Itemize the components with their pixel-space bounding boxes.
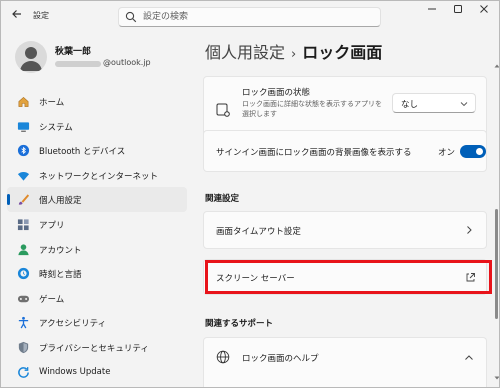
lock-screen-help-expander[interactable]: ロック画面のヘルプ (203, 337, 487, 387)
settings-window: 設定 秋葉一郎 @outlook.jp ホーム (0, 0, 500, 388)
sidebar-item-time-language[interactable]: 時刻と言語 (7, 261, 187, 286)
user-email: @outlook.jp (103, 58, 151, 67)
account-icon (18, 243, 29, 255)
search-input[interactable] (143, 10, 373, 24)
sidebar-item-label: ホーム (39, 98, 65, 108)
scroll-up-icon (494, 64, 499, 68)
breadcrumb-parent[interactable]: 個人用設定 (205, 43, 285, 62)
close-button[interactable] (473, 3, 495, 21)
sidebar-item-label: アプリ (39, 220, 65, 231)
sidebar-nav: ホーム システム Bluetooth とデバイス ネットワークとインターネット … (7, 89, 187, 384)
user-avatar-icon (20, 47, 42, 71)
lock-status-description: ロック画面に詳細な状態を表示するアプリを選択します (242, 100, 382, 118)
avatar (15, 41, 47, 73)
minimize-icon (428, 8, 436, 10)
sidebar-item-accessibility[interactable]: アクセシビリティ (7, 310, 187, 335)
sidebar-item-personalization[interactable]: 個人用設定 (7, 187, 187, 212)
globe-icon (216, 350, 230, 364)
main-scrollbar[interactable] (494, 49, 499, 380)
home-icon (18, 96, 29, 107)
email-redacted (55, 61, 101, 67)
toggle-state-label: オン (438, 148, 456, 158)
sidebar-item-label: ゲーム (39, 294, 65, 305)
sidebar-item-home[interactable]: ホーム (7, 89, 187, 114)
app-title: 設定 (33, 11, 49, 20)
signin-background-card: サインイン画面にロック画面の背景画像を表示する オン (203, 130, 487, 172)
sidebar-item-label: 時刻と言語 (39, 270, 82, 281)
highlight-annotation-box (205, 260, 492, 294)
back-arrow-icon (12, 10, 21, 18)
bluetooth-icon (17, 145, 30, 157)
sidebar-item-gaming[interactable]: ゲーム (7, 286, 187, 311)
sidebar-item-label: アカウント (39, 245, 82, 256)
dropdown-value: なし (401, 100, 419, 110)
accessibility-icon (18, 317, 29, 329)
related-settings-heading: 関連設定 (205, 194, 240, 204)
maximize-icon (454, 5, 462, 13)
system-icon (17, 121, 30, 132)
scroll-thumb[interactable] (495, 209, 498, 319)
signin-background-title: サインイン画面にロック画面の背景画像を表示する (216, 148, 412, 158)
chevron-up-icon (465, 355, 473, 360)
minimize-button[interactable] (421, 3, 443, 21)
network-icon (17, 171, 30, 181)
sidebar-item-system[interactable]: システム (7, 114, 187, 139)
chevron-down-icon (460, 102, 468, 107)
search-icon (125, 11, 137, 23)
sidebar-item-label: 個人用設定 (39, 196, 82, 207)
user-name: 秋葉一郎 (55, 47, 92, 57)
sidebar-item-label: アクセシビリティ (39, 319, 107, 330)
privacy-icon (18, 341, 29, 354)
lock-screen-help-label: ロック画面のヘルプ (242, 354, 319, 364)
lock-screen-status-card: ロック画面の状態 ロック画面に詳細な状態を表示するアプリを選択します なし (203, 76, 487, 138)
sidebar-item-network[interactable]: ネットワークとインターネット (7, 163, 187, 188)
maximize-button[interactable] (447, 3, 469, 21)
sidebar-item-bluetooth[interactable]: Bluetooth とデバイス (7, 138, 187, 163)
close-icon (480, 5, 488, 13)
breadcrumb: 個人用設定 › ロック画面 (205, 39, 382, 63)
back-button[interactable] (9, 8, 25, 24)
search-box[interactable] (118, 7, 381, 27)
breadcrumb-separator: › (291, 47, 297, 62)
related-support-heading: 関連するサポート (205, 319, 274, 329)
main-content: 個人用設定 › ロック画面 ロック画面の状態 ロック画面に詳細な状態を表示するアプリ… (193, 31, 499, 387)
lock-status-icon (216, 103, 230, 117)
sidebar-item-label: Bluetooth とデバイス (39, 147, 126, 158)
sidebar-item-apps[interactable]: アプリ (7, 212, 187, 237)
gaming-icon (17, 295, 30, 302)
sidebar-item-label: ネットワークとインターネット (39, 171, 159, 182)
screen-timeout-label: 画面タイムアウト設定 (216, 227, 301, 237)
sidebar-item-windows-update[interactable]: Windows Update (7, 360, 187, 385)
lock-status-title: ロック画面の状態 (242, 88, 311, 98)
windows-update-icon (18, 366, 29, 378)
screen-timeout-link[interactable]: 画面タイムアウト設定 (203, 211, 487, 249)
toggle-knob (476, 148, 483, 155)
sidebar: 秋葉一郎 @outlook.jp ホーム システム Bluetooth とデバイ… (1, 31, 193, 387)
title-bar: 設定 (1, 1, 499, 31)
sidebar-item-label: システム (39, 122, 73, 133)
apps-icon (17, 219, 29, 231)
signin-background-toggle[interactable] (460, 145, 486, 158)
sidebar-item-privacy[interactable]: プライバシーとセキュリティ (7, 335, 187, 360)
lock-status-dropdown[interactable]: なし (392, 93, 476, 113)
time-language-icon (17, 268, 30, 280)
sidebar-item-account[interactable]: アカウント (7, 237, 187, 262)
scroll-down-icon (494, 376, 499, 380)
personalization-icon (18, 194, 30, 206)
sidebar-item-label: Windows Update (39, 366, 111, 377)
page-title: ロック画面 (302, 43, 383, 62)
sidebar-item-label: プライバシーとセキュリティ (39, 343, 149, 354)
chevron-right-icon (467, 226, 472, 234)
